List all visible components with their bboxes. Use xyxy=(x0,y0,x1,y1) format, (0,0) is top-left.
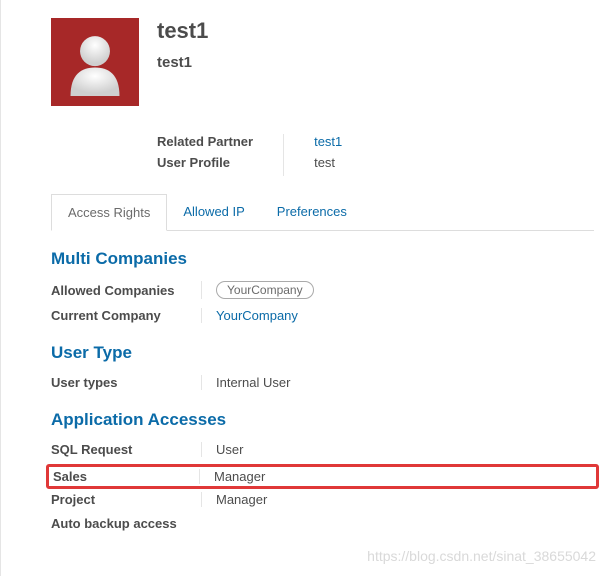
section-title-multi-companies: Multi Companies xyxy=(51,249,594,269)
auto-backup-label: Auto backup access xyxy=(51,516,201,531)
section-title-user-type: User Type xyxy=(51,343,594,363)
sales-label: Sales xyxy=(53,469,199,484)
highlight-sales-row: Sales Manager xyxy=(46,464,599,489)
company-tag[interactable]: YourCompany xyxy=(216,281,314,299)
allowed-companies-value[interactable]: YourCompany xyxy=(216,281,314,299)
info-fields: Related Partner User Profile test1 test xyxy=(157,134,594,176)
sales-value[interactable]: Manager xyxy=(214,469,265,484)
user-profile-label: User Profile xyxy=(157,155,253,170)
person-icon xyxy=(61,28,129,96)
user-login: test1 xyxy=(157,54,208,71)
sql-request-label: SQL Request xyxy=(51,442,201,457)
section-user-type: User Type User types Internal User xyxy=(51,343,594,392)
name-block: test1 test1 xyxy=(139,18,208,106)
section-multi-companies: Multi Companies Allowed Companies YourCo… xyxy=(51,249,594,325)
header: test1 test1 xyxy=(51,0,594,116)
allowed-companies-label: Allowed Companies xyxy=(51,283,201,298)
project-label: Project xyxy=(51,492,201,507)
tab-preferences[interactable]: Preferences xyxy=(261,194,363,230)
related-partner-label: Related Partner xyxy=(157,134,253,149)
section-application-accesses: Application Accesses SQL Request User Sa… xyxy=(51,410,594,533)
project-value[interactable]: Manager xyxy=(216,492,267,507)
user-types-label: User types xyxy=(51,375,201,390)
user-types-value[interactable]: Internal User xyxy=(216,375,290,390)
sql-request-value[interactable]: User xyxy=(216,442,243,457)
current-company-value[interactable]: YourCompany xyxy=(216,308,298,323)
tab-allowed-ip[interactable]: Allowed IP xyxy=(167,194,260,230)
user-form-page: test1 test1 Related Partner User Profile… xyxy=(0,0,614,576)
tabs: Access Rights Allowed IP Preferences xyxy=(51,194,594,231)
section-title-app-accesses: Application Accesses xyxy=(51,410,594,430)
avatar[interactable] xyxy=(51,18,139,106)
current-company-label: Current Company xyxy=(51,308,201,323)
watermark: https://blog.csdn.net/sinat_38655042 xyxy=(367,548,596,564)
related-partner-value[interactable]: test1 xyxy=(314,134,342,149)
tab-access-rights[interactable]: Access Rights xyxy=(51,194,167,231)
user-name: test1 xyxy=(157,18,208,44)
user-profile-value: test xyxy=(314,155,342,170)
